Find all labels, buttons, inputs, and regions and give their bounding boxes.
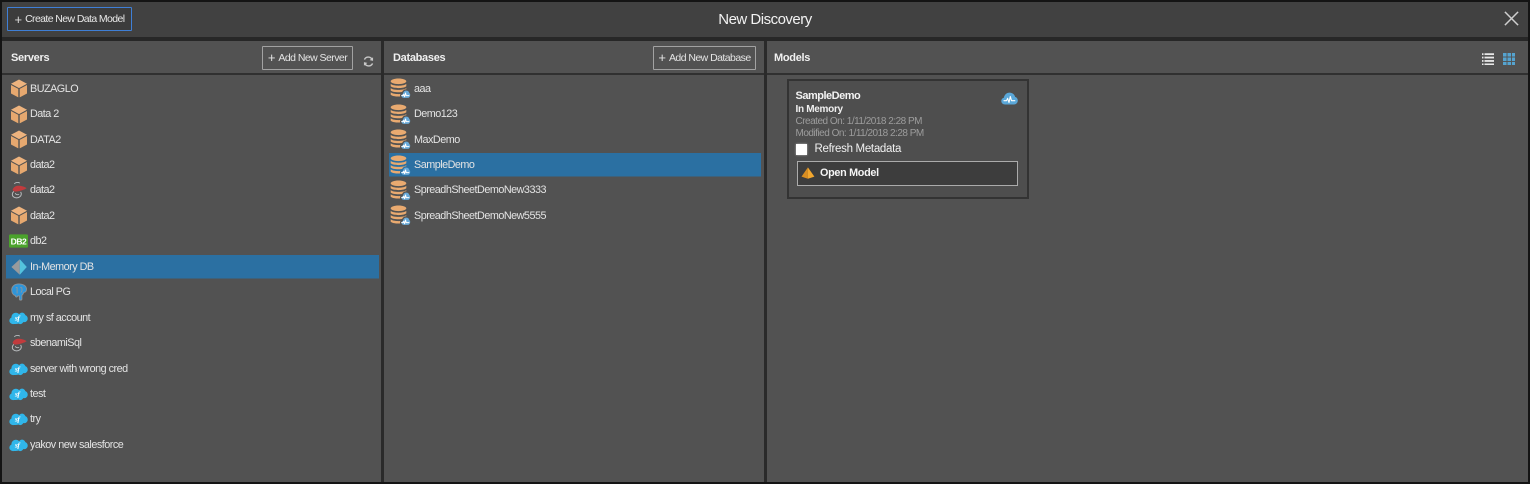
svg-text:DB2: DB2 bbox=[11, 237, 27, 247]
